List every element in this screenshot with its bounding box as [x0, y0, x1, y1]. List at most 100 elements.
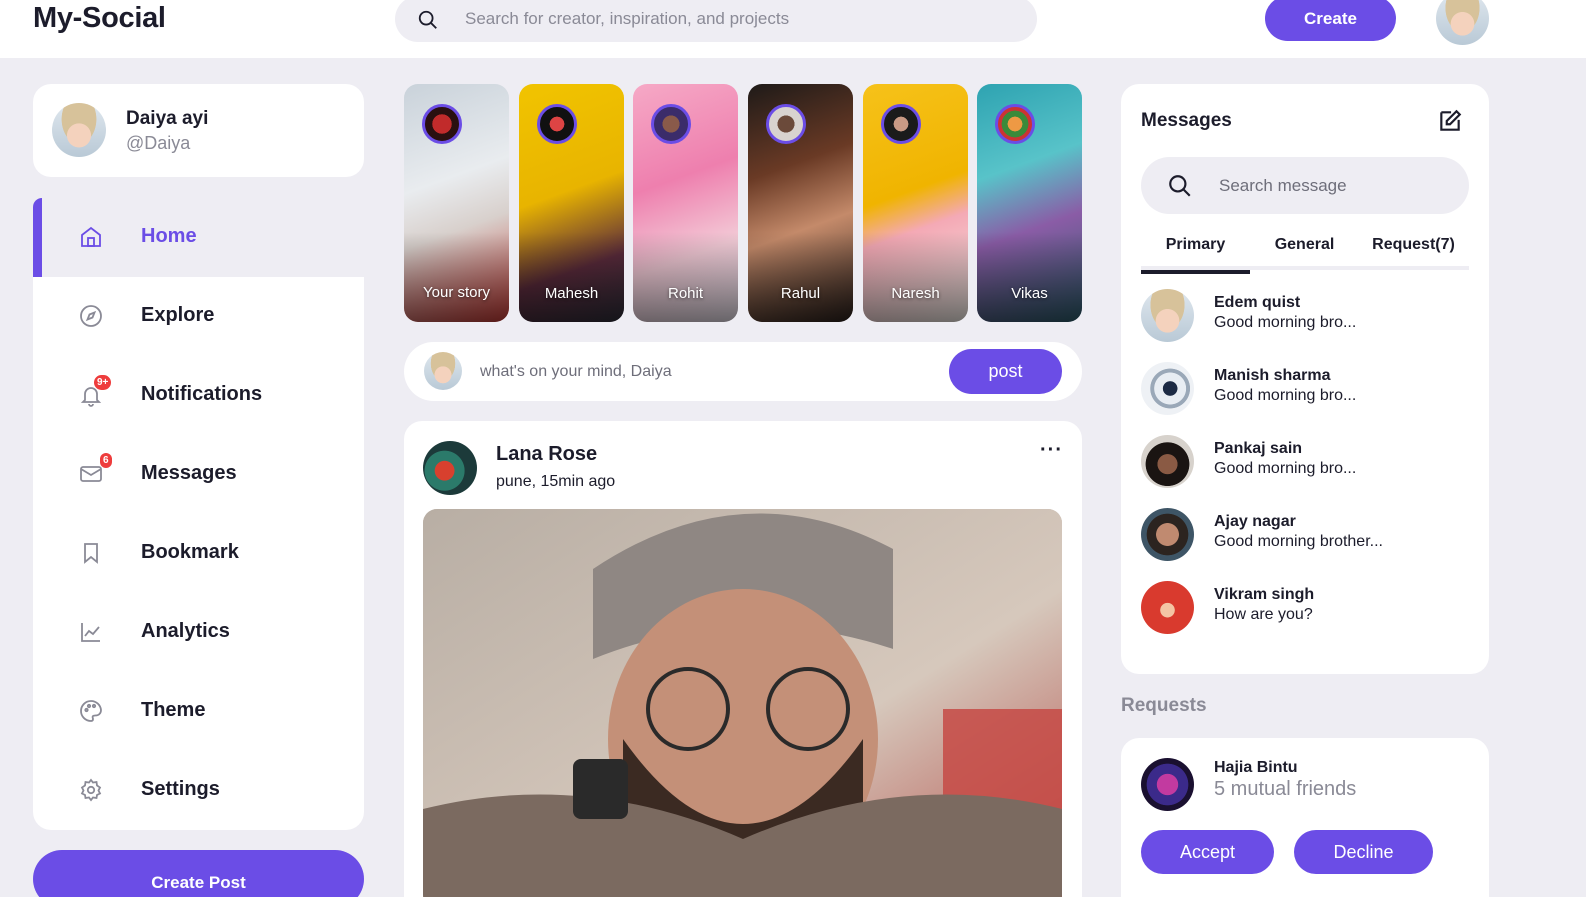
requests-title: Requests: [1121, 695, 1207, 716]
post-photo-illustration: [423, 509, 1062, 897]
message-item[interactable]: Manish sharma Good morning bro...: [1141, 362, 1469, 418]
gear-icon: [80, 778, 102, 802]
message-preview: Good morning bro...: [1214, 460, 1357, 477]
sidebar-item-label: Messages: [141, 462, 237, 484]
message-item[interactable]: Vikram singh How are you?: [1141, 581, 1469, 637]
story-card[interactable]: Vikas: [977, 84, 1082, 322]
message-preview: Good morning brother...: [1214, 533, 1383, 550]
sidebar-item-analytics[interactable]: Analytics: [33, 593, 364, 672]
app-logo[interactable]: My-Social: [33, 2, 166, 35]
mutual-friends: 5 mutual friends: [1214, 778, 1357, 800]
search-icon: [418, 10, 437, 29]
tab-general[interactable]: General: [1250, 234, 1359, 270]
palette-icon: [80, 700, 102, 722]
story-avatar: [537, 104, 577, 144]
sidebar-item-notifications[interactable]: 9+ Notifications: [33, 356, 364, 435]
message-sender: Edem quist: [1214, 294, 1301, 311]
message-sender: Pankaj sain: [1214, 440, 1303, 457]
post-image[interactable]: [423, 509, 1062, 897]
story-avatar: [881, 104, 921, 144]
post-button[interactable]: post: [949, 349, 1062, 394]
sidebar-item-label: Home: [141, 225, 197, 247]
story-avatar: [766, 104, 806, 144]
story-avatar: [651, 104, 691, 144]
messages-panel: Messages Primary General Request(7) Edem…: [1121, 84, 1489, 674]
mail-icon: [80, 466, 102, 482]
create-button[interactable]: Create: [1265, 0, 1396, 41]
avatar: [424, 352, 462, 390]
global-search[interactable]: [395, 0, 1037, 42]
messages-title: Messages: [1141, 110, 1232, 131]
top-navbar: My-Social Create: [0, 0, 1586, 58]
tab-primary[interactable]: Primary: [1141, 234, 1250, 274]
story-card[interactable]: Naresh: [863, 84, 968, 322]
message-preview: How are you?: [1214, 606, 1313, 623]
message-item[interactable]: Edem quist Good morning bro...: [1141, 289, 1469, 345]
profile-name: Daiya ayi: [126, 108, 209, 129]
bookmark-icon: [84, 543, 98, 564]
more-options-icon[interactable]: ···: [1040, 439, 1063, 462]
avatar[interactable]: [1141, 758, 1194, 811]
profile-handle: @Daiya: [126, 133, 191, 153]
message-preview: Good morning bro...: [1214, 387, 1357, 404]
request-card: Hajia Bintu 5 mutual friends Accept Decl…: [1121, 738, 1489, 897]
tab-request[interactable]: Request(7): [1359, 234, 1468, 270]
message-badge: 6: [100, 453, 112, 468]
story-card[interactable]: Rohit: [633, 84, 738, 322]
sidebar-item-bookmark[interactable]: Bookmark: [33, 514, 364, 593]
accept-button[interactable]: Accept: [1141, 830, 1274, 874]
sidebar-item-label: Theme: [141, 699, 206, 721]
post-meta: pune, 15min ago: [496, 473, 616, 490]
sidebar-item-label: Notifications: [141, 383, 263, 405]
create-post-button[interactable]: Create Post: [33, 850, 364, 897]
story-name: Naresh: [891, 285, 940, 302]
sidebar-item-home[interactable]: Home: [33, 198, 364, 277]
story-avatar: [422, 104, 462, 144]
request-name[interactable]: Hajia Bintu: [1214, 759, 1298, 777]
message-item[interactable]: Ajay nagar Good morning brother...: [1141, 508, 1469, 564]
composer-input[interactable]: [480, 357, 930, 387]
sidebar-item-messages[interactable]: 6 Messages: [33, 435, 364, 514]
story-name: Rahul: [780, 285, 821, 302]
user-avatar[interactable]: [1436, 0, 1489, 45]
avatar: [1141, 581, 1194, 634]
message-sender: Vikram singh: [1214, 586, 1315, 603]
sidebar-item-label: Bookmark: [141, 541, 239, 563]
sidebar: Home Explore 9+ Notifications 6 Messages…: [33, 198, 364, 830]
edit-icon[interactable]: [1437, 108, 1463, 134]
post-author[interactable]: Lana Rose: [496, 443, 597, 466]
avatar: [52, 103, 106, 157]
sidebar-item-theme[interactable]: Theme: [33, 672, 364, 751]
profile-card[interactable]: Daiya ayi @Daiya: [33, 84, 364, 177]
message-item[interactable]: Pankaj sain Good morning bro...: [1141, 435, 1469, 491]
message-sender: Manish sharma: [1214, 367, 1331, 384]
message-search[interactable]: [1141, 157, 1469, 214]
sidebar-item-settings[interactable]: Settings: [33, 751, 364, 830]
story-avatar: [995, 104, 1035, 144]
story-name: Mahesh: [544, 285, 599, 302]
story-card[interactable]: Your story: [404, 84, 509, 322]
story-name: Your story: [423, 284, 490, 301]
story-name: Vikas: [1011, 285, 1048, 302]
message-search-input[interactable]: [1219, 171, 1459, 201]
global-search-input[interactable]: [465, 4, 1005, 34]
message-preview: Good morning bro...: [1214, 314, 1357, 331]
sidebar-item-explore[interactable]: Explore: [33, 277, 364, 356]
chart-icon: [81, 623, 100, 642]
avatar: [1141, 362, 1194, 415]
compass-icon: [80, 305, 102, 327]
story-name: Rohit: [667, 285, 704, 302]
sidebar-item-label: Settings: [141, 778, 220, 800]
avatar[interactable]: [423, 441, 477, 495]
home-icon: [81, 226, 101, 247]
story-card[interactable]: Mahesh: [519, 84, 624, 322]
feed-post: Lana Rose pune, 15min ago ···: [404, 421, 1082, 897]
search-icon: [1169, 175, 1191, 197]
message-sender: Ajay nagar: [1214, 513, 1296, 530]
decline-button[interactable]: Decline: [1294, 830, 1433, 874]
message-tabs: Primary General Request(7): [1141, 234, 1469, 274]
avatar: [1141, 508, 1194, 561]
story-card[interactable]: Rahul: [748, 84, 853, 322]
avatar: [1141, 435, 1194, 488]
notification-badge: 9+: [94, 375, 112, 390]
